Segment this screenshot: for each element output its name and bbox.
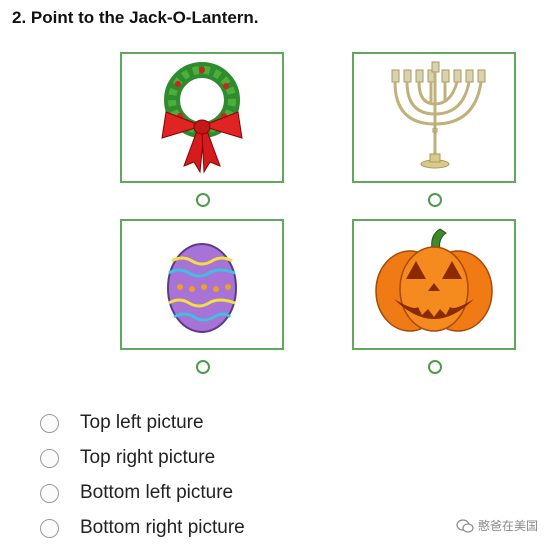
svg-text:✡: ✡ bbox=[431, 126, 439, 137]
picture-menorah[interactable]: ✡ bbox=[352, 52, 516, 183]
wreath-icon bbox=[161, 62, 243, 174]
picture-radio-top-left[interactable] bbox=[196, 193, 210, 207]
option-label: Top right picture bbox=[80, 447, 216, 468]
option-radio[interactable] bbox=[40, 413, 59, 433]
option-top-right[interactable]: Top right picture bbox=[40, 446, 215, 470]
wechat-icon bbox=[456, 518, 474, 533]
option-label: Bottom left picture bbox=[80, 482, 234, 503]
option-bottom-right[interactable]: Bottom right picture bbox=[40, 516, 245, 540]
option-radio[interactable] bbox=[40, 448, 59, 468]
picture-easter-egg[interactable] bbox=[120, 219, 284, 350]
watermark-text: 憨爸在美国 bbox=[477, 519, 538, 533]
picture-radio-top-right[interactable] bbox=[428, 193, 442, 207]
picture-radio-bottom-right[interactable] bbox=[428, 360, 442, 374]
option-bottom-left[interactable]: Bottom left picture bbox=[40, 481, 233, 505]
question-title: 2. Point to the Jack-O-Lantern. bbox=[12, 8, 259, 27]
picture-radio-bottom-left[interactable] bbox=[196, 360, 210, 374]
watermark: 憨爸在美国 bbox=[456, 517, 538, 534]
picture-wreath[interactable] bbox=[120, 52, 284, 183]
menorah-icon: ✡ bbox=[391, 61, 486, 169]
option-label: Bottom right picture bbox=[80, 517, 245, 538]
option-radio[interactable] bbox=[40, 518, 59, 538]
option-top-left[interactable]: Top left picture bbox=[40, 411, 204, 435]
jack-o-lantern-icon bbox=[375, 228, 493, 332]
easter-egg-icon bbox=[167, 243, 237, 333]
option-label: Top left picture bbox=[80, 412, 204, 433]
picture-jack-o-lantern[interactable] bbox=[352, 219, 516, 350]
option-radio[interactable] bbox=[40, 483, 59, 503]
